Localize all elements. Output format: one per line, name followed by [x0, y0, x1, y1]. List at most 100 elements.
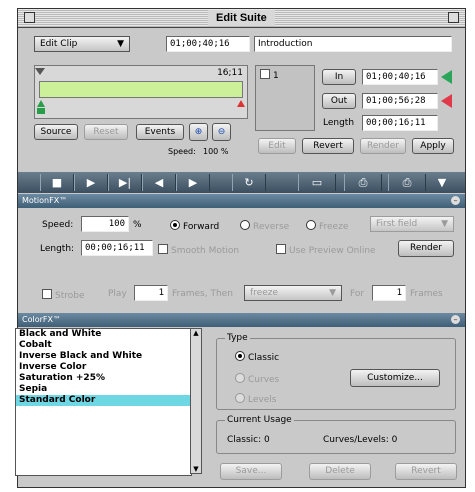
- list-item[interactable]: Saturation +25%: [16, 373, 191, 384]
- timeline-area: 16;11: [34, 65, 248, 119]
- stop-icon[interactable]: ■: [40, 174, 74, 191]
- current-usage-group: Current Usage Classic: 0 Curves/Levels: …: [216, 415, 456, 454]
- list-item[interactable]: Standard Color: [16, 395, 191, 406]
- step-forward-icon[interactable]: ▶|: [108, 174, 142, 191]
- curves-radio[interactable]: Curves: [235, 373, 279, 385]
- close-box[interactable]: [24, 12, 35, 23]
- motionfx-title: MotionFX™: [22, 196, 68, 205]
- scroll-up-icon[interactable]: ▲: [192, 329, 200, 337]
- window-title: Edit Suite: [208, 10, 275, 26]
- chevron-down-icon: ▼: [441, 219, 448, 229]
- title-bar[interactable]: Edit Suite: [18, 9, 465, 28]
- motion-speed-field[interactable]: 100: [81, 216, 129, 232]
- list-item[interactable]: Cobalt: [16, 340, 191, 351]
- mode-popup-label: Edit Clip: [40, 39, 78, 49]
- then-popup-label: freeze: [250, 288, 279, 298]
- zoom-box[interactable]: [448, 12, 459, 23]
- length-label: Length: [323, 118, 355, 128]
- field-popup-label: First field: [376, 219, 418, 229]
- length-timecode-field[interactable]: 00;00;16;11: [362, 115, 438, 131]
- for-label: For: [350, 289, 365, 299]
- go-to-out-icon[interactable]: [441, 94, 452, 108]
- levels-radio[interactable]: Levels: [235, 393, 276, 405]
- type-title: Type: [225, 333, 250, 343]
- revert-button[interactable]: Revert: [302, 138, 354, 154]
- percent-label: %: [133, 220, 142, 230]
- play-frames-field[interactable]: 1: [134, 285, 168, 301]
- events-button[interactable]: Events: [136, 124, 184, 140]
- then-popup[interactable]: freeze ▼: [244, 285, 342, 301]
- next-icon[interactable]: ▶: [176, 174, 210, 191]
- list-item[interactable]: Sepia: [16, 384, 191, 395]
- motion-length-label: Length:: [40, 244, 75, 254]
- export-icon[interactable]: ⎙: [388, 174, 426, 191]
- in-timecode-field[interactable]: 01;00;40;16: [362, 69, 438, 85]
- loop-icon[interactable]: ↻: [232, 174, 266, 191]
- reset-button[interactable]: Reset: [84, 124, 128, 140]
- thumbnail-checkbox[interactable]: [260, 69, 270, 79]
- playhead-marker[interactable]: [35, 68, 45, 75]
- menu-down-icon[interactable]: ▼: [432, 174, 452, 191]
- out-point-marker[interactable]: [237, 100, 245, 107]
- transport-bar: ■ ▶ ▶| ◀ ▶ ↻ ▭ ⎙ ⎙ ▼: [18, 172, 465, 193]
- zoom-out-icon[interactable]: ⊖: [212, 123, 231, 141]
- out-button[interactable]: Out: [322, 93, 356, 109]
- scroll-down-icon[interactable]: ▼: [192, 465, 200, 473]
- classic-usage: Classic: 0: [227, 435, 270, 445]
- timeline-bar[interactable]: [39, 81, 243, 98]
- frames-label: Frames: [410, 289, 443, 299]
- in-point-marker[interactable]: [37, 100, 45, 107]
- play-icon[interactable]: ▶: [74, 174, 108, 191]
- list-item[interactable]: Inverse Color: [16, 362, 191, 373]
- tape-icon[interactable]: ▭: [298, 174, 336, 191]
- freeze-radio[interactable]: Freeze: [306, 220, 348, 232]
- strobe-checkbox[interactable]: Strobe: [42, 289, 85, 301]
- apply-button[interactable]: Apply: [412, 138, 454, 154]
- mode-popup[interactable]: Edit Clip ▼: [34, 36, 130, 52]
- in-point-handle[interactable]: [37, 108, 45, 114]
- zoom-in-icon[interactable]: ⊕: [189, 123, 208, 141]
- edit-button[interactable]: Edit: [258, 138, 296, 154]
- motion-speed-label: Speed:: [42, 220, 74, 230]
- source-button[interactable]: Source: [34, 124, 78, 140]
- curves-levels-usage: Curves/Levels: 0: [323, 435, 398, 445]
- motion-length-field[interactable]: 00;00;16;11: [81, 240, 153, 256]
- reverse-radio[interactable]: Reverse: [240, 220, 289, 232]
- customize-button[interactable]: Customize...: [350, 369, 440, 387]
- motionfx-header[interactable]: MotionFX™ –: [18, 194, 465, 208]
- out-timecode-field[interactable]: 01;00;56;28: [362, 93, 438, 109]
- list-item[interactable]: Inverse Black and White: [16, 351, 191, 362]
- colorfx-header[interactable]: ColorFX™ –: [18, 313, 465, 327]
- clip-name-field[interactable]: Introduction: [254, 36, 452, 52]
- colorfx-title: ColorFX™: [22, 315, 61, 324]
- list-item[interactable]: Black and White: [16, 329, 191, 340]
- in-button[interactable]: In: [322, 69, 356, 85]
- usage-title: Current Usage: [225, 415, 294, 425]
- duration-label: 16;11: [217, 68, 243, 78]
- use-preview-checkbox[interactable]: Use Preview Online: [276, 244, 376, 256]
- field-popup[interactable]: First field ▼: [370, 216, 454, 232]
- collapse-icon[interactable]: –: [451, 196, 460, 205]
- speed-value: 100 %: [203, 147, 229, 156]
- render-button-top[interactable]: Render: [360, 138, 406, 154]
- speed-label: Speed:: [168, 147, 196, 156]
- motion-render-button[interactable]: Render: [398, 240, 454, 257]
- play-label: Play: [108, 289, 127, 299]
- list-scrollbar[interactable]: ▲ ▼: [190, 328, 202, 474]
- for-frames-field[interactable]: 1: [372, 285, 406, 301]
- classic-radio[interactable]: Classic: [235, 351, 279, 363]
- thumbnail-check-label: 1: [273, 71, 279, 81]
- previous-icon[interactable]: ◀: [142, 174, 176, 191]
- smooth-motion-checkbox[interactable]: Smooth Motion: [158, 244, 239, 256]
- collapse-icon[interactable]: –: [451, 315, 460, 324]
- color-effects-list[interactable]: Black and White Cobalt Inverse Black and W…: [15, 328, 192, 476]
- go-to-in-icon[interactable]: [441, 70, 452, 84]
- timecode-field[interactable]: 01;00;40;16: [166, 36, 250, 52]
- chevron-down-icon: ▼: [117, 39, 124, 49]
- chevron-down-icon: ▼: [329, 288, 336, 298]
- forward-radio[interactable]: Forward: [170, 220, 219, 232]
- printer-icon[interactable]: ⎙: [344, 174, 382, 191]
- save-button[interactable]: Save...: [220, 463, 282, 480]
- delete-button[interactable]: Delete: [309, 463, 371, 480]
- color-revert-button[interactable]: Revert: [395, 463, 457, 480]
